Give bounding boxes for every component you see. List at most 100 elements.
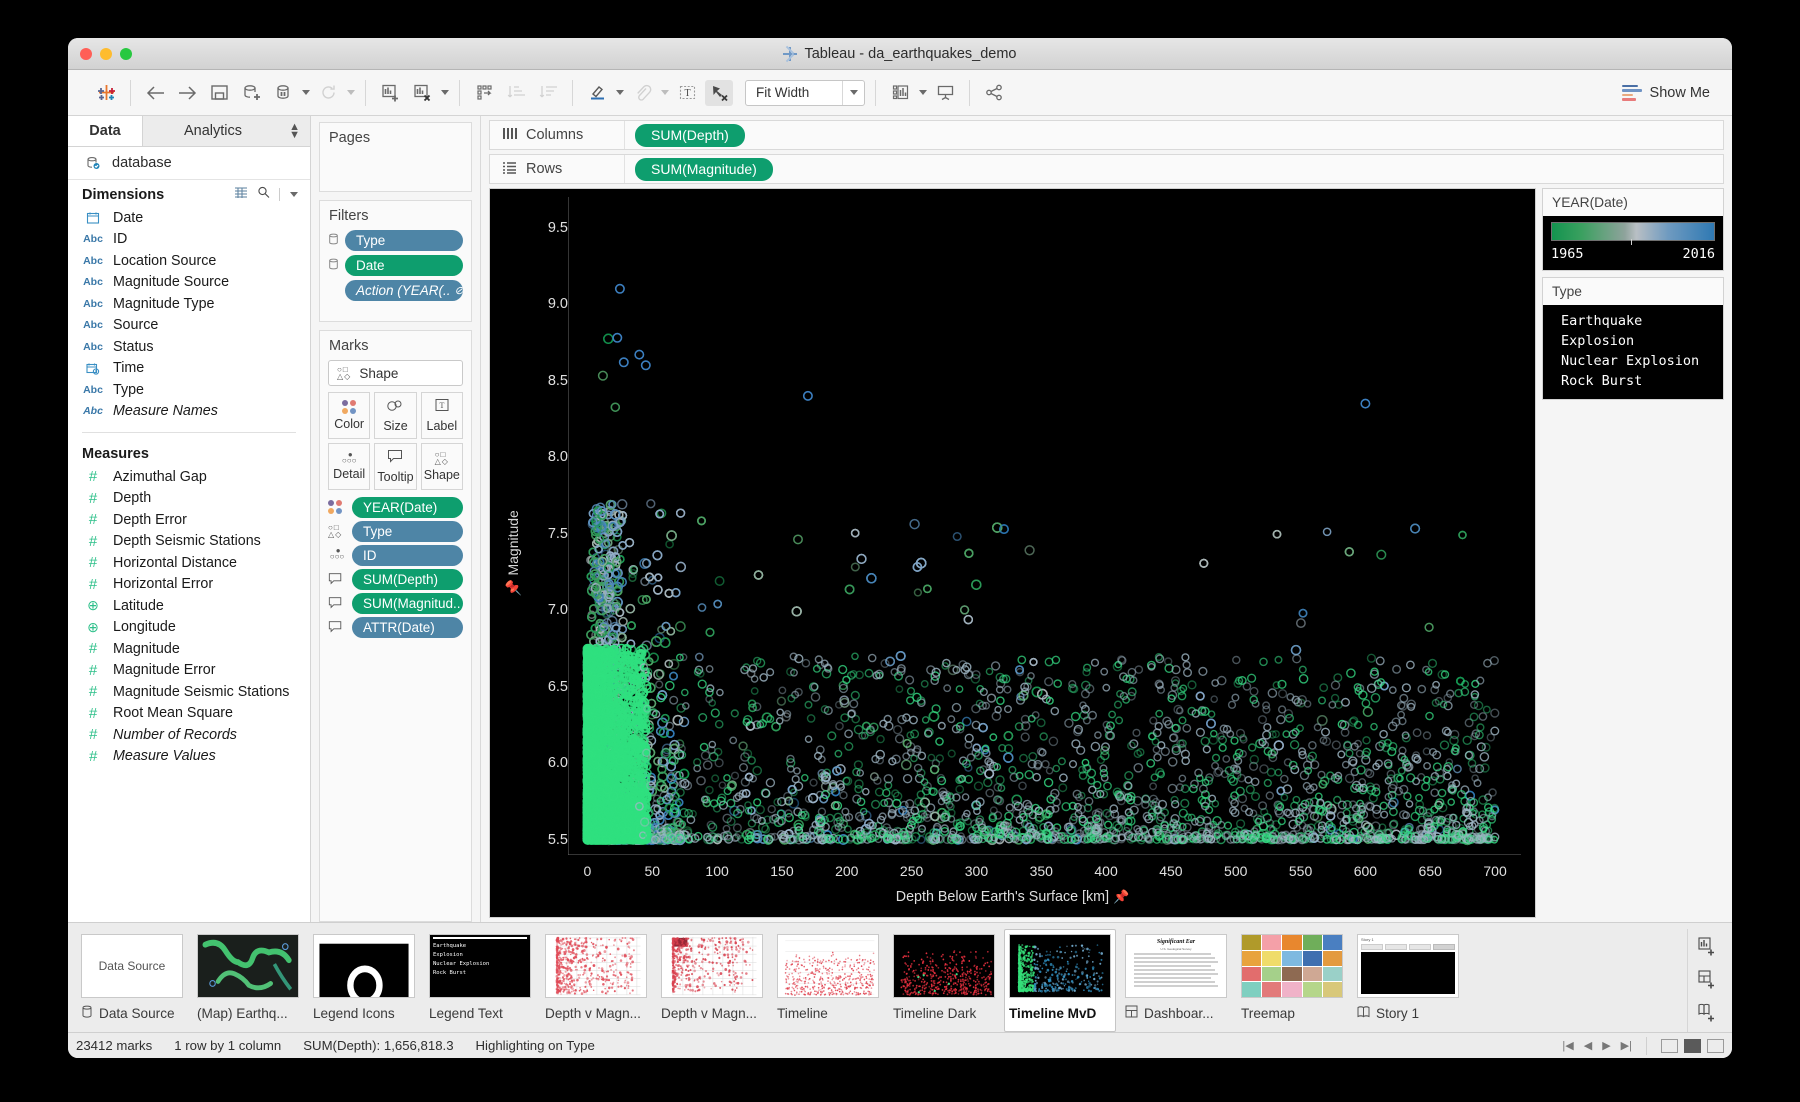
grid-view-mode-icon[interactable] [1661,1038,1678,1053]
shape-legend-item[interactable]: Nuclear Explosion [1547,351,1719,371]
chevron-down-icon[interactable] [290,192,298,197]
marks-color-button[interactable]: Color [328,392,371,439]
refresh-dropdown-caret[interactable] [347,90,355,95]
worksheet-tab-legend-icons[interactable]: Legend Icons [308,929,420,1032]
dimension-item[interactable]: Abc Measure Names [68,401,310,423]
new-worksheet-button[interactable] [1692,931,1722,961]
measure-item[interactable]: # Horizontal Error [68,574,310,596]
marks-label-button[interactable]: T Label [420,392,463,439]
worksheet-thumbnail[interactable] [545,934,647,998]
show-hide-cards-icon[interactable] [886,80,914,106]
measure-item[interactable]: # Depth Error [68,509,310,531]
worksheet-tab-data-source[interactable]: Data Source Data Source [76,929,188,1032]
worksheet-tab-timeline[interactable]: Timeline [772,929,884,1032]
fit-select-caret[interactable] [850,90,858,95]
dimension-item[interactable]: Abc ID [68,229,310,251]
clear-sheet-dropdown-caret[interactable] [441,90,449,95]
filmstrip-view-mode-icon[interactable] [1684,1038,1701,1053]
dimension-item[interactable]: Abc Location Source [68,250,310,272]
fix-axes-icon[interactable] [705,79,733,106]
marks-pill-sum-magnitude[interactable]: SUM(Magnitud.. [352,593,463,614]
measure-item[interactable]: # Measure Values [68,746,310,768]
fit-select[interactable]: Fit Width [745,79,865,106]
filter-pill-action[interactable]: Action (YEAR(.. ⊘ [345,280,463,301]
marks-pill-row[interactable]: YEAR(Date) [328,497,463,518]
worksheet-tab-legend-text[interactable]: Earthquake Explosion Nuclear Explosion Rock… [424,929,536,1032]
measure-item[interactable]: # Number of Records [68,724,310,746]
worksheet-thumbnail[interactable] [661,934,763,998]
marks-pill-row[interactable]: SUM(Magnitud.. [328,593,463,614]
marks-pill-row[interactable]: SUM(Depth) [328,569,463,590]
worksheet-thumbnail[interactable]: Data Source [81,934,183,998]
first-page-icon[interactable]: |◀ [1562,1039,1573,1052]
grid-view-icon[interactable] [234,187,248,203]
worksheet-thumbnail[interactable]: Significant Ear U.S. Geological Survey [1125,934,1227,998]
presentation-mode-icon[interactable] [931,80,959,106]
marks-size-button[interactable]: Size [374,392,417,439]
close-window-button[interactable] [80,48,92,60]
worksheet-thumbnail[interactable] [197,934,299,998]
marks-pill-row[interactable]: ATTR(Date) [328,617,463,638]
marks-detail-button[interactable]: ● ○○○ Detail [328,443,371,490]
forward-arrow-icon[interactable] [173,80,201,106]
rows-shelf[interactable]: Rows SUM(Magnitude) [489,154,1724,184]
pause-data-source-icon[interactable] [269,80,297,106]
measure-item[interactable]: # Magnitude Seismic Stations [68,681,310,703]
worksheet-tab-map-earthq[interactable]: (Map) Earthq... [192,929,304,1032]
attach-file-icon[interactable] [628,80,656,106]
window-controls[interactable] [80,38,132,70]
measure-item[interactable]: # Root Mean Square [68,703,310,725]
expand-collapse-icon[interactable]: ▲ ▼ [289,122,300,141]
marks-pill-id[interactable]: ID [352,545,463,566]
shape-legend[interactable]: Type Earthquake Explosion Nuclear Explos… [1542,277,1724,400]
sort-descending-icon[interactable] [534,80,562,106]
measure-item[interactable]: # Magnitude [68,638,310,660]
measure-item[interactable]: ⊕ Longitude [68,617,310,639]
sort-ascending-icon[interactable] [502,80,530,106]
data-source-dropdown-caret[interactable] [302,90,310,95]
shape-legend-item[interactable]: Earthquake [1547,311,1719,331]
maximize-window-button[interactable] [120,48,132,60]
marks-tooltip-button[interactable]: Tooltip [374,443,417,490]
new-data-source-icon[interactable] [237,80,265,106]
shape-legend-item[interactable]: Rock Burst [1547,371,1719,391]
new-worksheet-icon[interactable] [376,80,404,106]
share-icon[interactable] [980,80,1008,106]
save-icon[interactable] [205,80,233,106]
marks-type-select[interactable]: ○□ △◇ Shape [328,360,463,386]
measure-item[interactable]: # Depth [68,488,310,510]
next-page-icon[interactable]: ▶ [1602,1039,1610,1052]
marks-pill-sum-depth[interactable]: SUM(Depth) [352,569,463,590]
dimension-item[interactable]: Abc Magnitude Source [68,272,310,294]
rows-pill[interactable]: SUM(Magnitude) [635,157,773,181]
worksheet-tab-depth-v-magn[interactable]: Depth v Magn... [656,929,768,1032]
marks-card[interactable]: Marks ○□ △◇ Shape Color Size T Label ● ○… [319,330,472,922]
worksheet-thumbnail[interactable] [1241,934,1343,998]
columns-shelf-drop[interactable]: SUM(Depth) [625,123,1723,147]
worksheet-tab-dashboar[interactable]: Significant Ear U.S. Geological Survey Das… [1120,929,1232,1032]
filter-row[interactable]: Date [320,253,471,278]
text-mark-label-icon[interactable]: T [673,80,701,106]
worksheet-thumbnail[interactable]: Story 1 [1357,934,1459,998]
worksheet-tab-timeline-dark[interactable]: Timeline Dark [888,929,1000,1032]
filters-card[interactable]: Filters Type Date Action (YEAR(.. ⊘ [319,200,472,322]
highlight-icon[interactable] [583,80,611,106]
worksheet-thumbnail[interactable] [313,934,415,998]
dimension-item[interactable]: Abc Type [68,379,310,401]
filter-pill-type[interactable]: Type [345,230,463,251]
worksheet-thumbnail[interactable] [777,934,879,998]
columns-shelf[interactable]: Columns SUM(Depth) [489,120,1724,150]
dimension-item[interactable]: Abc Status [68,336,310,358]
tableau-logo-icon[interactable] [92,80,120,106]
worksheet-thumbnail[interactable]: Earthquake Explosion Nuclear Explosion Rock… [429,934,531,998]
columns-pill[interactable]: SUM(Depth) [635,123,745,147]
worksheet-tab-timeline-mvd[interactable]: Timeline MvD [1004,929,1116,1032]
back-arrow-icon[interactable] [141,80,169,106]
dimension-item[interactable]: Abc Magnitude Type [68,293,310,315]
worksheet-tab-depth-v-magn[interactable]: Depth v Magn... [540,929,652,1032]
measure-item[interactable]: # Azimuthal Gap [68,466,310,488]
attach-dropdown-caret[interactable] [661,90,669,95]
search-icon[interactable] [257,186,270,203]
measure-item[interactable]: # Depth Seismic Stations [68,531,310,553]
prev-page-icon[interactable]: ◀ [1584,1039,1592,1052]
